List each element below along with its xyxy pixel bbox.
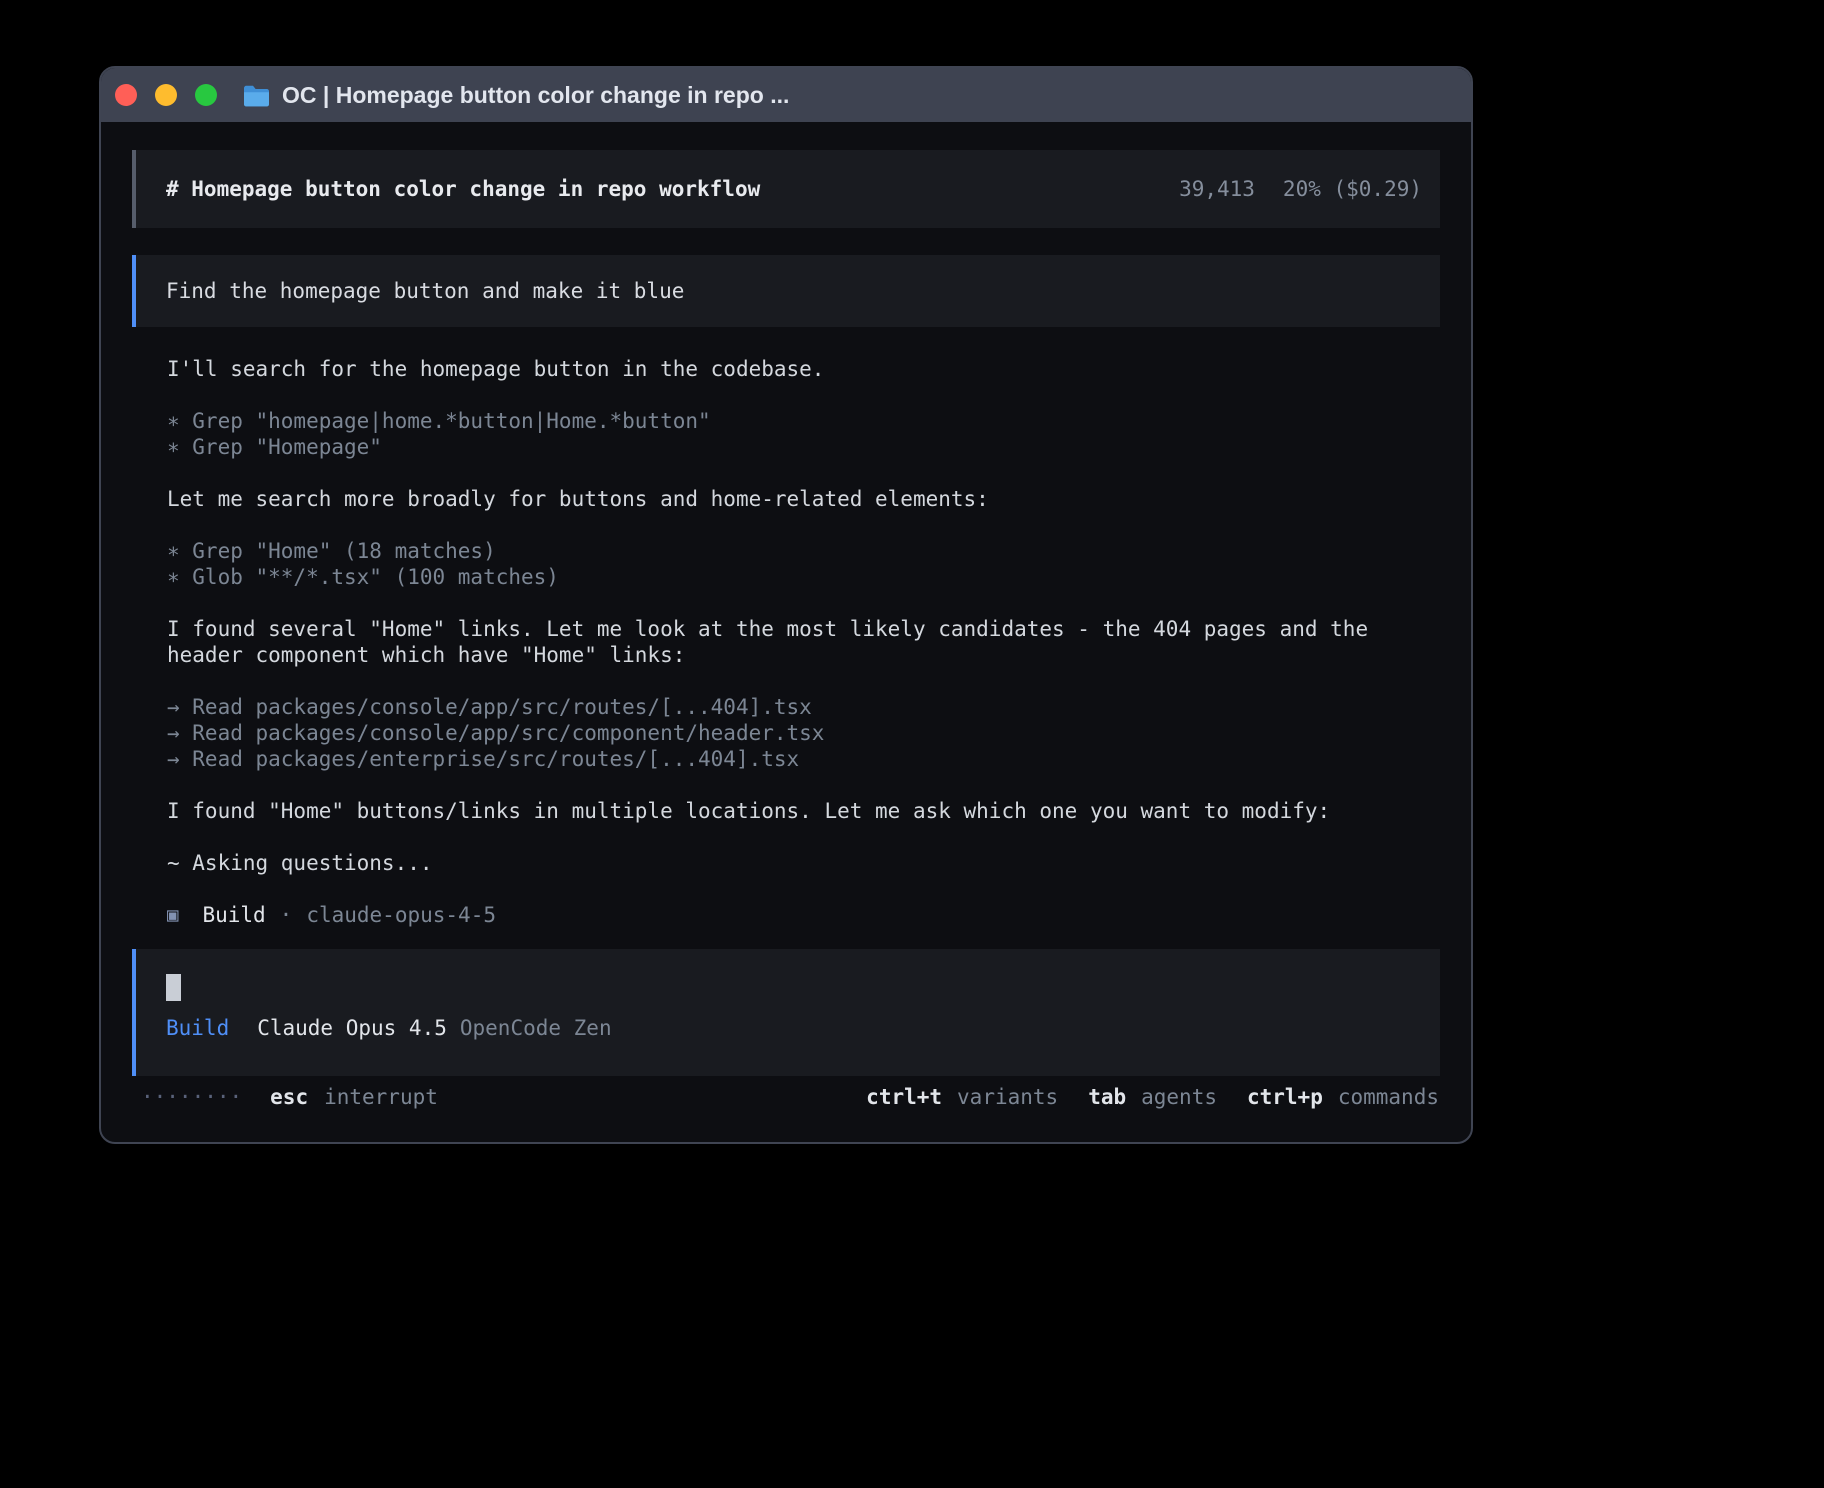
assistant-message: I'll search for the homepage button in t… bbox=[167, 356, 1405, 382]
spinner-dots: ········ bbox=[141, 1084, 242, 1110]
variants-label: variants bbox=[957, 1084, 1058, 1110]
tool-call-glob: ∗ Glob "**/*.tsx" (100 matches) bbox=[167, 564, 1405, 590]
model-name-label: Claude Opus 4.5 bbox=[257, 1016, 447, 1040]
tool-call-grep: ∗ Grep "Homepage" bbox=[167, 434, 1405, 460]
terminal-window: OC | Homepage button color change in rep… bbox=[99, 66, 1473, 1144]
tool-call-read: → Read packages/console/app/src/componen… bbox=[167, 720, 1405, 746]
assistant-message: I found several "Home" links. Let me loo… bbox=[167, 616, 1405, 668]
window-controls bbox=[115, 84, 217, 106]
window-title: OC | Homepage button color change in rep… bbox=[282, 82, 789, 109]
tab-key-hint: tab bbox=[1088, 1084, 1126, 1110]
esc-key-hint: esc bbox=[270, 1084, 308, 1110]
user-message: Find the homepage button and make it blu… bbox=[132, 255, 1440, 327]
status-bar-right: ctrl+t variants tab agents ctrl+p comman… bbox=[836, 1084, 1439, 1110]
ctrl-t-key-hint: ctrl+t bbox=[866, 1084, 942, 1110]
minimize-button[interactable] bbox=[155, 84, 177, 106]
agent-icon: ▣ bbox=[167, 902, 178, 928]
token-count: 39,413 bbox=[1179, 177, 1255, 201]
provider-label: OpenCode Zen bbox=[460, 1016, 612, 1040]
commands-label: commands bbox=[1338, 1084, 1439, 1110]
agent-model: claude-opus-4-5 bbox=[306, 902, 496, 928]
agent-mode-label: Build bbox=[166, 1016, 229, 1040]
tool-call-read: → Read packages/console/app/src/routes/[… bbox=[167, 694, 1405, 720]
conversation: I'll search for the homepage button in t… bbox=[132, 356, 1440, 928]
status-bar-left: ········ esc interrupt bbox=[141, 1084, 438, 1110]
tool-call-grep: ∗ Grep "homepage|home.*button|Home.*butt… bbox=[167, 408, 1405, 434]
assistant-message: I found "Home" buttons/links in multiple… bbox=[167, 798, 1405, 824]
folder-icon bbox=[243, 84, 270, 107]
shortcut-agents: tab agents bbox=[1088, 1084, 1217, 1110]
agent-status-line: ▣ Build · claude-opus-4-5 bbox=[167, 902, 1405, 928]
shortcut-variants: ctrl+t variants bbox=[866, 1084, 1058, 1110]
text-cursor bbox=[166, 974, 181, 1001]
status-bar: ········ esc interrupt ctrl+t variants t… bbox=[132, 1084, 1440, 1110]
shortcut-commands: ctrl+p commands bbox=[1247, 1084, 1439, 1110]
close-button[interactable] bbox=[115, 84, 137, 106]
input-meta: Build Claude Opus 4.5 OpenCode Zen bbox=[166, 1015, 1414, 1042]
agents-label: agents bbox=[1141, 1084, 1217, 1110]
separator-dot: · bbox=[280, 902, 293, 928]
asking-questions-status: ~ Asking questions... bbox=[167, 850, 1405, 876]
context-cost: 20% ($0.29) bbox=[1283, 177, 1422, 201]
tool-call-read: → Read packages/enterprise/src/routes/[.… bbox=[167, 746, 1405, 772]
window-titlebar[interactable]: OC | Homepage button color change in rep… bbox=[101, 68, 1471, 122]
session-title: # Homepage button color change in repo w… bbox=[166, 177, 760, 201]
tool-call-grep: ∗ Grep "Home" (18 matches) bbox=[167, 538, 1405, 564]
terminal-content: # Homepage button color change in repo w… bbox=[101, 122, 1471, 1144]
interrupt-label: interrupt bbox=[324, 1084, 438, 1110]
user-message-text: Find the homepage button and make it blu… bbox=[166, 279, 684, 303]
zoom-button[interactable] bbox=[195, 84, 217, 106]
assistant-message: Let me search more broadly for buttons a… bbox=[167, 486, 1405, 512]
ctrl-p-key-hint: ctrl+p bbox=[1247, 1084, 1323, 1110]
session-header: # Homepage button color change in repo w… bbox=[132, 150, 1440, 228]
prompt-input[interactable]: Build Claude Opus 4.5 OpenCode Zen bbox=[132, 949, 1440, 1076]
agent-name: Build bbox=[202, 902, 265, 928]
session-stats: 39,413 20% ($0.29) bbox=[1179, 177, 1422, 201]
